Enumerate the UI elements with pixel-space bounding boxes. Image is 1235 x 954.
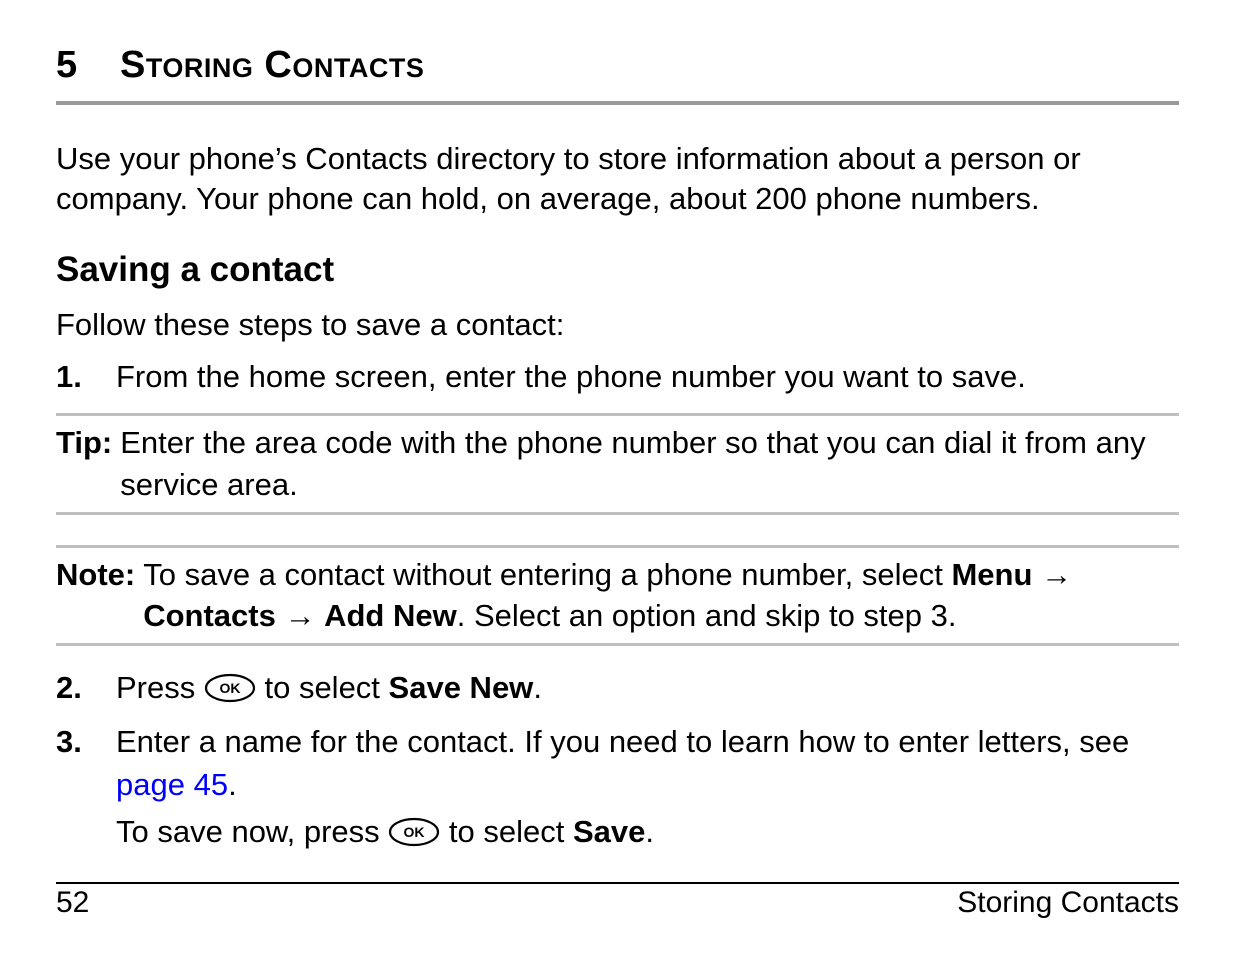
note-content: To save a contact without entering a pho… xyxy=(143,554,1179,638)
step-3-line2a: To save now, press xyxy=(116,814,388,849)
page-footer: 52 Storing Contacts xyxy=(56,882,1179,920)
page-number: 52 xyxy=(56,886,89,920)
arrow-icon: → xyxy=(276,598,324,633)
note-rule-top xyxy=(56,545,1179,548)
note-callout: Note: To save a contact without entering… xyxy=(56,554,1179,638)
chapter-number: 5 xyxy=(56,44,120,87)
step-number: 2. xyxy=(56,666,82,709)
step-2: 2. Press OK to select Save New. xyxy=(56,666,1179,709)
ok-button-icon: OK xyxy=(388,817,440,847)
step-3-save: Save xyxy=(573,814,645,849)
section-heading: Saving a contact xyxy=(56,250,1179,290)
arrow-icon: → xyxy=(1032,557,1072,592)
svg-text:OK: OK xyxy=(404,824,425,840)
tip-callout: Tip: Enter the area code with the phone … xyxy=(56,422,1179,506)
note-label: Note: xyxy=(56,554,143,638)
step-text: From the home screen, enter the phone nu… xyxy=(116,359,1026,394)
title-rule xyxy=(56,101,1179,105)
step-2-period: . xyxy=(533,670,542,705)
steps-list-part-1: 1. From the home screen, enter the phone… xyxy=(56,355,1179,398)
step-2-bold: Save New xyxy=(389,670,534,705)
step-2-post: to select xyxy=(256,670,389,705)
step-1: 1. From the home screen, enter the phone… xyxy=(56,355,1179,398)
step-2-pre: Press xyxy=(116,670,204,705)
note-addnew: Add New xyxy=(324,598,457,633)
tip-text: Enter the area code with the phone numbe… xyxy=(120,422,1179,506)
note-contacts: Contacts xyxy=(143,598,276,633)
step-number: 1. xyxy=(56,355,82,398)
step-3: 3. Enter a name for the contact. If you … xyxy=(56,720,1179,854)
running-head: Storing Contacts xyxy=(957,886,1179,920)
ok-button-icon: OK xyxy=(204,673,256,703)
note-text-b: . Select an option and skip to step 3. xyxy=(457,598,957,633)
steps-list-part-2: 2. Press OK to select Save New. 3. Enter… xyxy=(56,666,1179,854)
section-intro: Follow these steps to save a contact: xyxy=(56,304,1179,346)
tip-rule-top xyxy=(56,413,1179,416)
note-menu: Menu xyxy=(951,557,1032,592)
step-number: 3. xyxy=(56,720,82,763)
step-3-line2b: to select xyxy=(440,814,573,849)
step-3-continuation: To save now, press OK to select Save. xyxy=(116,810,1179,853)
page-45-link[interactable]: page 45 xyxy=(116,767,228,802)
note-text-a: To save a contact without entering a pho… xyxy=(143,557,951,592)
tip-label: Tip: xyxy=(56,422,120,506)
step-3-line2c: . xyxy=(645,814,654,849)
chapter-title: 5 Storing Contacts xyxy=(56,44,1179,87)
manual-page: 5 Storing Contacts Use your phone’s Cont… xyxy=(0,0,1235,954)
step-3-line1b: . xyxy=(228,767,237,802)
footer-rule xyxy=(56,882,1179,884)
intro-paragraph: Use your phone’s Contacts directory to s… xyxy=(56,139,1179,220)
svg-text:OK: OK xyxy=(219,680,240,696)
step-3-line1a: Enter a name for the contact. If you nee… xyxy=(116,724,1129,759)
chapter-title-text: Storing Contacts xyxy=(120,44,424,87)
